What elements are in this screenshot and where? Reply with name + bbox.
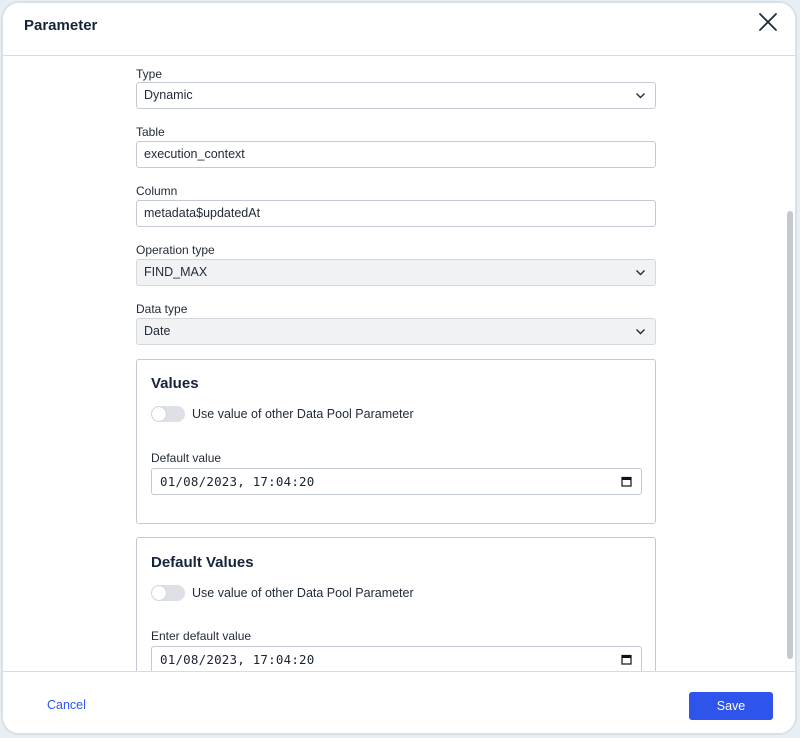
- chevron-down-icon: [636, 329, 645, 335]
- values-card: Values Use value of other Data Pool Para…: [136, 359, 656, 524]
- column-field-value: metadata$updatedAt: [144, 206, 261, 220]
- calendar-icon[interactable]: [621, 476, 632, 487]
- chevron-down-icon: [636, 270, 645, 276]
- type-select-value: Dynamic: [144, 88, 193, 102]
- default-values-card-title: Default Values: [151, 554, 254, 571]
- operation-type-value: FIND_MAX: [144, 265, 208, 279]
- table-label: Table: [136, 125, 165, 139]
- column-label: Column: [136, 184, 178, 198]
- cancel-button[interactable]: Cancel: [47, 698, 86, 712]
- data-type-value: Date: [144, 324, 171, 338]
- dialog-header: Parameter: [3, 3, 795, 56]
- save-button[interactable]: Save: [689, 692, 773, 720]
- chevron-down-icon: [636, 93, 645, 99]
- calendar-icon[interactable]: [621, 654, 632, 665]
- use-other-parameter-label: Use value of other Data Pool Parameter: [192, 586, 414, 600]
- toggle-knob: [152, 407, 166, 421]
- enter-default-value-date-text: 01/08/2023, 17:04:20: [160, 652, 315, 667]
- values-card-title: Values: [151, 375, 199, 392]
- type-select[interactable]: Dynamic: [136, 82, 656, 109]
- use-other-parameter-label: Use value of other Data Pool Parameter: [192, 407, 414, 421]
- table-field-value: execution_context: [144, 147, 245, 161]
- operation-type-label: Operation type: [136, 243, 215, 257]
- enter-default-value-date-input[interactable]: 01/08/2023, 17:04:20: [151, 646, 642, 673]
- parameter-dialog: Parameter Type Dynamic Table execution_c…: [1, 1, 797, 735]
- vertical-scrollbar[interactable]: [787, 211, 793, 659]
- data-type-label: Data type: [136, 302, 188, 316]
- default-value-date-text: 01/08/2023, 17:04:20: [160, 474, 315, 489]
- dialog-footer: Cancel Save: [3, 671, 795, 733]
- default-value-date-input[interactable]: 01/08/2023, 17:04:20: [151, 468, 642, 495]
- default-values-card: Default Values Use value of other Data P…: [136, 537, 656, 676]
- column-field[interactable]: metadata$updatedAt: [136, 200, 656, 227]
- close-icon: [759, 13, 777, 31]
- data-type-select[interactable]: Date: [136, 318, 656, 345]
- table-field[interactable]: execution_context: [136, 141, 656, 168]
- dialog-title: Parameter: [24, 17, 98, 34]
- close-button[interactable]: [755, 9, 781, 35]
- use-other-parameter-toggle[interactable]: [151, 406, 185, 422]
- dialog-body[interactable]: Type Dynamic Table execution_context Col…: [3, 56, 795, 676]
- default-value-label: Default value: [151, 451, 222, 465]
- operation-type-select[interactable]: FIND_MAX: [136, 259, 656, 286]
- enter-default-value-label: Enter default value: [151, 629, 252, 643]
- use-other-parameter-toggle[interactable]: [151, 585, 185, 601]
- type-label: Type: [136, 67, 163, 81]
- toggle-knob: [152, 586, 166, 600]
